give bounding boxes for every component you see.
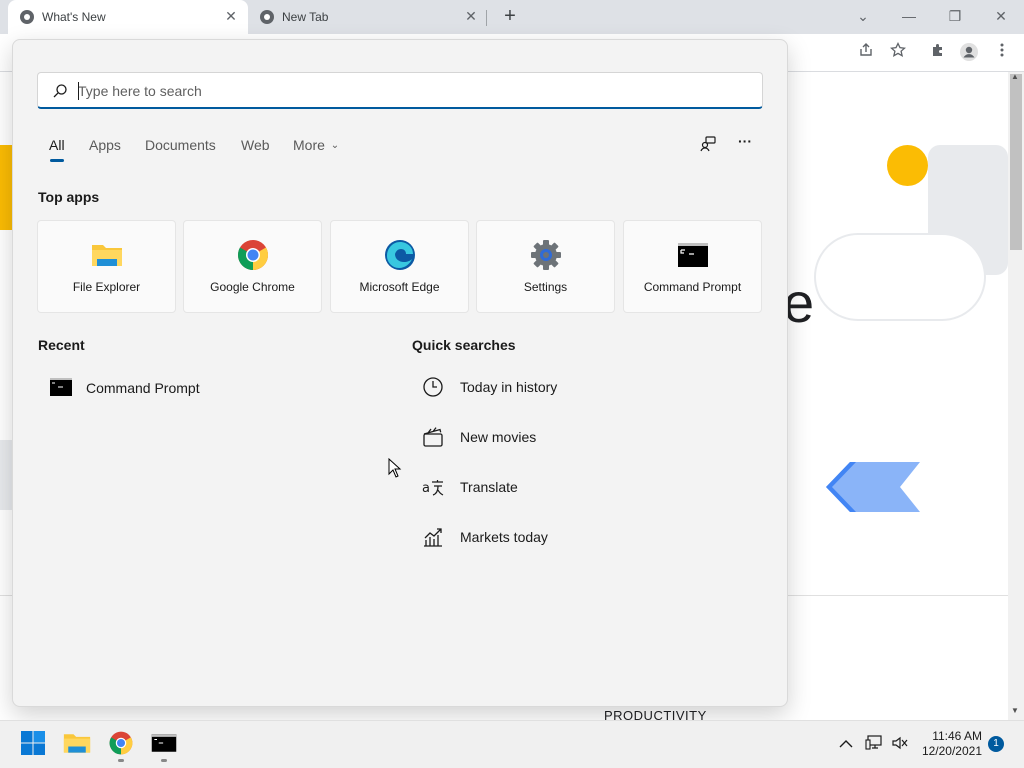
account-switch-icon <box>700 136 716 152</box>
extensions-icon[interactable] <box>927 42 949 64</box>
page-decoration <box>887 145 928 186</box>
file-explorer-icon <box>63 734 91 753</box>
clapperboard-icon <box>423 427 443 447</box>
restore-button[interactable]: ❐ <box>940 4 970 28</box>
cmd-icon <box>151 734 177 752</box>
share-icon[interactable] <box>855 42 877 64</box>
profile-icon[interactable] <box>958 42 980 64</box>
app-tile-command-prompt[interactable]: Command Prompt <box>623 220 762 313</box>
menu-icon[interactable] <box>991 42 1013 64</box>
tab-whats-new[interactable]: What's New ✕ <box>8 0 248 34</box>
folder-icon <box>92 245 122 266</box>
page-decoration <box>0 440 12 510</box>
network-icon[interactable] <box>864 735 884 753</box>
cmd-icon <box>678 243 708 267</box>
show-hidden-icons-button[interactable] <box>836 735 856 753</box>
clock-time: 11:46 AM <box>932 729 982 743</box>
taskbar-chrome[interactable] <box>107 729 135 757</box>
quick-search-translate[interactable]: a Translate <box>412 468 772 508</box>
quick-search-label: Translate <box>460 479 518 495</box>
taskbar-command-prompt[interactable] <box>150 729 178 757</box>
scroll-up-arrow-icon[interactable]: ▲ <box>1011 72 1019 81</box>
start-icon <box>21 731 45 755</box>
taskbar-file-explorer[interactable] <box>63 729 91 757</box>
chrome-favicon-icon <box>20 10 34 24</box>
app-label: Microsoft Edge <box>359 280 440 294</box>
search-input[interactable] <box>78 73 748 108</box>
recent-item-label: Command Prompt <box>86 380 200 396</box>
notification-badge[interactable]: 1 <box>988 736 1004 752</box>
gear-icon <box>531 240 561 270</box>
volume-muted-icon[interactable] <box>890 735 910 753</box>
chrome-favicon-icon <box>260 10 274 24</box>
minimize-button[interactable]: — <box>894 4 924 28</box>
tab-divider <box>486 10 487 26</box>
page-decoration <box>826 462 920 517</box>
quick-search-label: Today in history <box>460 379 558 395</box>
scroll-down-arrow-icon[interactable]: ▼ <box>1011 706 1019 715</box>
tab-close-icon[interactable]: ✕ <box>224 9 238 23</box>
scrollbar-thumb[interactable] <box>1010 74 1022 250</box>
new-tab-button[interactable]: + <box>499 5 521 27</box>
quick-search-new-movies[interactable]: New movies <box>412 418 772 458</box>
active-filter-indicator <box>50 159 64 162</box>
tab-search-button[interactable]: ⌄ <box>848 4 878 28</box>
close-window-button[interactable]: ✕ <box>986 4 1016 28</box>
clock-date: 12/20/2021 <box>921 744 982 758</box>
app-label: Command Prompt <box>643 280 742 294</box>
page-decoration <box>814 233 986 321</box>
app-label: File Explorer <box>72 280 141 294</box>
filter-more[interactable]: More ⌄ <box>293 137 339 153</box>
recent-title: Recent <box>38 337 85 353</box>
recent-item-command-prompt[interactable]: Command Prompt <box>40 370 380 406</box>
search-box[interactable] <box>37 72 763 109</box>
edge-icon <box>385 240 415 270</box>
tab-title: New Tab <box>282 10 329 24</box>
running-indicator <box>118 759 124 762</box>
chrome-icon <box>109 731 133 755</box>
tab-new-tab[interactable]: New Tab ✕ <box>248 0 488 34</box>
chevron-up-icon <box>839 740 853 748</box>
quick-search-today-in-history[interactable]: Today in history <box>412 368 772 408</box>
clock-icon <box>423 377 443 397</box>
tab-close-icon[interactable]: ✕ <box>464 9 478 23</box>
mouse-pointer-icon <box>388 458 402 478</box>
quick-search-label: New movies <box>460 429 537 445</box>
text-caret <box>78 82 79 100</box>
filter-documents[interactable]: Documents <box>145 137 216 153</box>
app-label: Google Chrome <box>210 280 295 294</box>
chevron-down-icon: ⌄ <box>330 140 340 151</box>
running-indicator <box>161 759 167 762</box>
filter-more-label: More <box>293 137 325 153</box>
switch-account-button[interactable] <box>699 134 719 154</box>
app-tile-microsoft-edge[interactable]: Microsoft Edge <box>330 220 469 313</box>
filter-apps[interactable]: Apps <box>89 137 121 153</box>
top-apps-title: Top apps <box>38 189 100 205</box>
translate-icon: a <box>422 480 444 496</box>
star-icon[interactable] <box>887 41 909 64</box>
app-label: Settings <box>523 280 568 294</box>
app-tile-google-chrome[interactable]: Google Chrome <box>183 220 322 313</box>
tab-title: What's New <box>42 10 106 24</box>
chart-icon <box>424 528 442 547</box>
page-decoration <box>0 145 12 230</box>
quick-searches-title: Quick searches <box>412 337 516 353</box>
svg-text:a: a <box>422 481 430 496</box>
filter-web[interactable]: Web <box>241 137 270 153</box>
search-icon <box>53 84 67 98</box>
more-options-button[interactable]: ··· <box>735 133 755 153</box>
start-button[interactable] <box>19 729 47 757</box>
quick-search-markets-today[interactable]: Markets today <box>412 518 772 558</box>
app-tile-file-explorer[interactable]: File Explorer <box>37 220 176 313</box>
quick-search-label: Markets today <box>460 529 548 545</box>
filter-all[interactable]: All <box>49 137 65 153</box>
app-tile-settings[interactable]: Settings <box>476 220 615 313</box>
clock[interactable]: 11:46 AM 12/20/2021 <box>918 729 982 759</box>
cmd-icon <box>50 378 72 396</box>
chrome-icon <box>237 240 269 270</box>
